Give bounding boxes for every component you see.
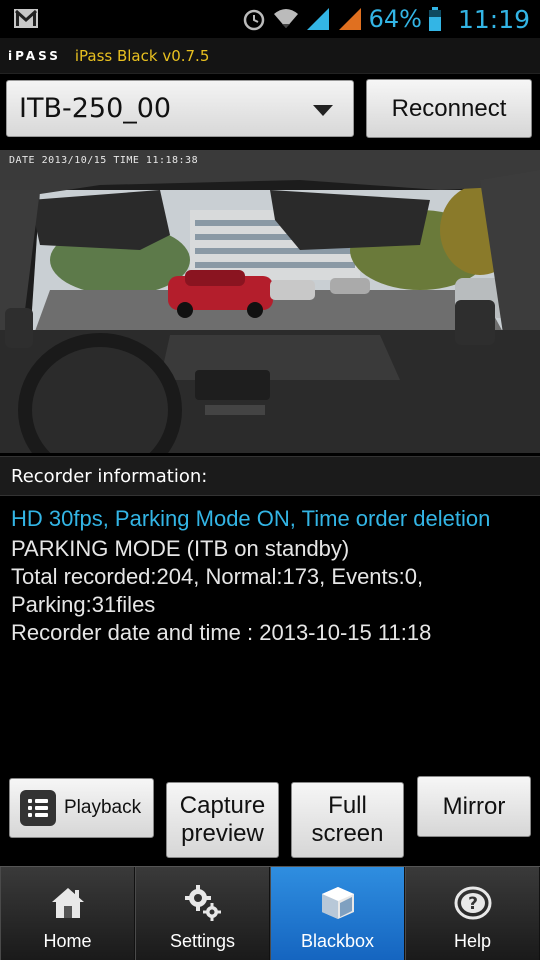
nav-blackbox-label: Blackbox (300, 931, 375, 951)
signal-icon (306, 8, 329, 30)
nav-blackbox[interactable]: Blackbox (270, 867, 405, 960)
app-logo: iPASS (8, 48, 61, 63)
recorder-info-header: Recorder information: (0, 456, 540, 496)
svg-text:?: ? (468, 894, 478, 914)
help-icon: ? (451, 881, 495, 925)
full-screen-button[interactable]: Full screen (291, 782, 404, 858)
full-screen-label-line2: screen (311, 820, 384, 847)
video-osd-timestamp: DATE 2013/10/15 TIME 11:18:38 (9, 155, 199, 166)
signal-orange-icon (338, 8, 361, 30)
nav-help-label: Help (453, 931, 492, 951)
playback-label: Playback (64, 797, 142, 818)
video-preview[interactable]: DATE 2013/10/15 TIME 11:18:38 (0, 150, 540, 453)
battery-icon (428, 7, 441, 31)
recorder-info: HD 30fps, Parking Mode ON, Time order de… (11, 505, 540, 647)
home-icon (46, 881, 90, 925)
clock: 11:19 (457, 4, 530, 34)
wifi-icon (273, 9, 298, 28)
recorder-info-line: Total recorded:204, Normal:173, Events:0… (11, 564, 424, 589)
list-icon (20, 790, 56, 826)
recorder-status-line: HD 30fps, Parking Mode ON, Time order de… (11, 506, 491, 531)
alarm-icon (243, 9, 264, 31)
nav-help[interactable]: ? Help (405, 867, 540, 960)
recorder-info-line: Recorder date and time : 2013-10-15 11:1… (11, 620, 432, 645)
capture-preview-button[interactable]: Capture preview (166, 782, 279, 858)
app-title-bar: iPASS iPass Black v0.7.5 (0, 38, 540, 74)
full-screen-label-line1: Full (328, 792, 367, 819)
nav-home-label: Home (43, 931, 92, 951)
capture-label-line2: preview (181, 820, 264, 847)
nav-home[interactable]: Home (0, 867, 135, 960)
blackbox-icon (316, 881, 360, 925)
device-select[interactable]: ITB-250_00 (6, 80, 354, 137)
device-select-value: ITB-250_00 (19, 93, 172, 124)
mirror-button[interactable]: Mirror (417, 776, 531, 837)
recorder-info-line: Parking:31files (11, 592, 156, 617)
camera-frame (0, 150, 540, 453)
nav-settings-label: Settings (169, 931, 236, 951)
bottom-nav: Home Settings Blackbox ? Help (0, 866, 540, 960)
nav-settings[interactable]: Settings (135, 867, 270, 960)
recorder-info-line: PARKING MODE (ITB on standby) (11, 536, 350, 561)
reconnect-button[interactable]: Reconnect (366, 79, 532, 138)
battery-percent: 64% (368, 5, 422, 33)
gears-icon (181, 881, 225, 925)
playback-button[interactable]: Playback (9, 778, 154, 838)
gmail-icon (14, 9, 38, 28)
capture-label-line1: Capture (179, 792, 266, 819)
chevron-down-icon (313, 105, 333, 116)
status-bar: 64% 11:19 (0, 0, 540, 38)
app-title: iPass Black v0.7.5 (74, 46, 210, 65)
